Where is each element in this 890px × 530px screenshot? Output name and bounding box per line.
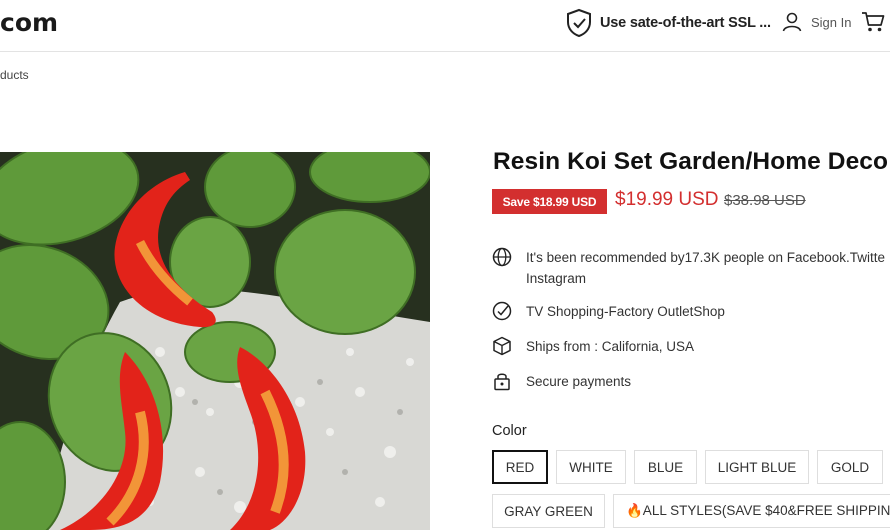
save-badge: Save $18.99 USD xyxy=(492,189,607,214)
feature-recommended-line2: Instagram xyxy=(526,271,587,286)
color-label: Color xyxy=(492,423,527,439)
koi-photo xyxy=(0,152,430,530)
user-icon xyxy=(782,12,802,32)
sign-in-label: Sign In xyxy=(811,14,852,30)
box-icon xyxy=(493,336,511,356)
feature-secure: Secure payments xyxy=(492,371,631,392)
color-option-blue[interactable]: BLUE xyxy=(634,450,697,484)
color-option-light-blue[interactable]: LIGHT BLUE xyxy=(705,450,809,484)
feature-ships: Ships from : California, USA xyxy=(492,336,694,357)
site-logo[interactable]: com xyxy=(0,8,58,37)
feature-recommended: It's been recommended by17.3K people on … xyxy=(492,247,885,289)
breadcrumb[interactable]: ducts xyxy=(0,68,29,82)
feature-outlet-text: TV Shopping-Factory OutletShop xyxy=(526,304,725,319)
product-title: Resin Koi Set Garden/Home Deco xyxy=(493,148,889,175)
cart-icon[interactable] xyxy=(861,11,885,33)
sale-price: $19.99 USD xyxy=(615,189,719,210)
feature-recommended-line1: It's been recommended by17.3K people on … xyxy=(526,250,886,265)
color-option-red[interactable]: RED xyxy=(492,450,548,484)
sign-in-link[interactable]: Sign In xyxy=(782,12,851,32)
color-option-gray-green[interactable]: GRAY GREEN xyxy=(492,494,605,528)
ssl-notice: Use sate-of-the-art SSL ... xyxy=(565,8,771,38)
color-option-gold[interactable]: GOLD xyxy=(817,450,883,484)
globe-icon xyxy=(492,247,512,267)
check-circle-icon xyxy=(492,301,512,321)
feature-secure-text: Secure payments xyxy=(526,374,632,389)
shield-check-icon xyxy=(567,8,591,38)
product-image[interactable] xyxy=(0,152,430,530)
ssl-text: Use sate-of-the-art SSL ... xyxy=(600,15,771,31)
compare-price: $38.98 USD xyxy=(724,192,806,209)
color-option-white[interactable]: WHITE xyxy=(556,450,626,484)
lock-icon xyxy=(494,373,510,391)
feature-ships-text: Ships from : California, USA xyxy=(526,339,695,354)
site-header: com Use sate-of-the-art SSL ... Sign In xyxy=(0,0,890,52)
feature-outlet: TV Shopping-Factory OutletShop xyxy=(492,301,725,322)
color-option-all-styles[interactable]: 🔥ALL STYLES(SAVE $40&FREE SHIPPIN xyxy=(613,494,890,528)
